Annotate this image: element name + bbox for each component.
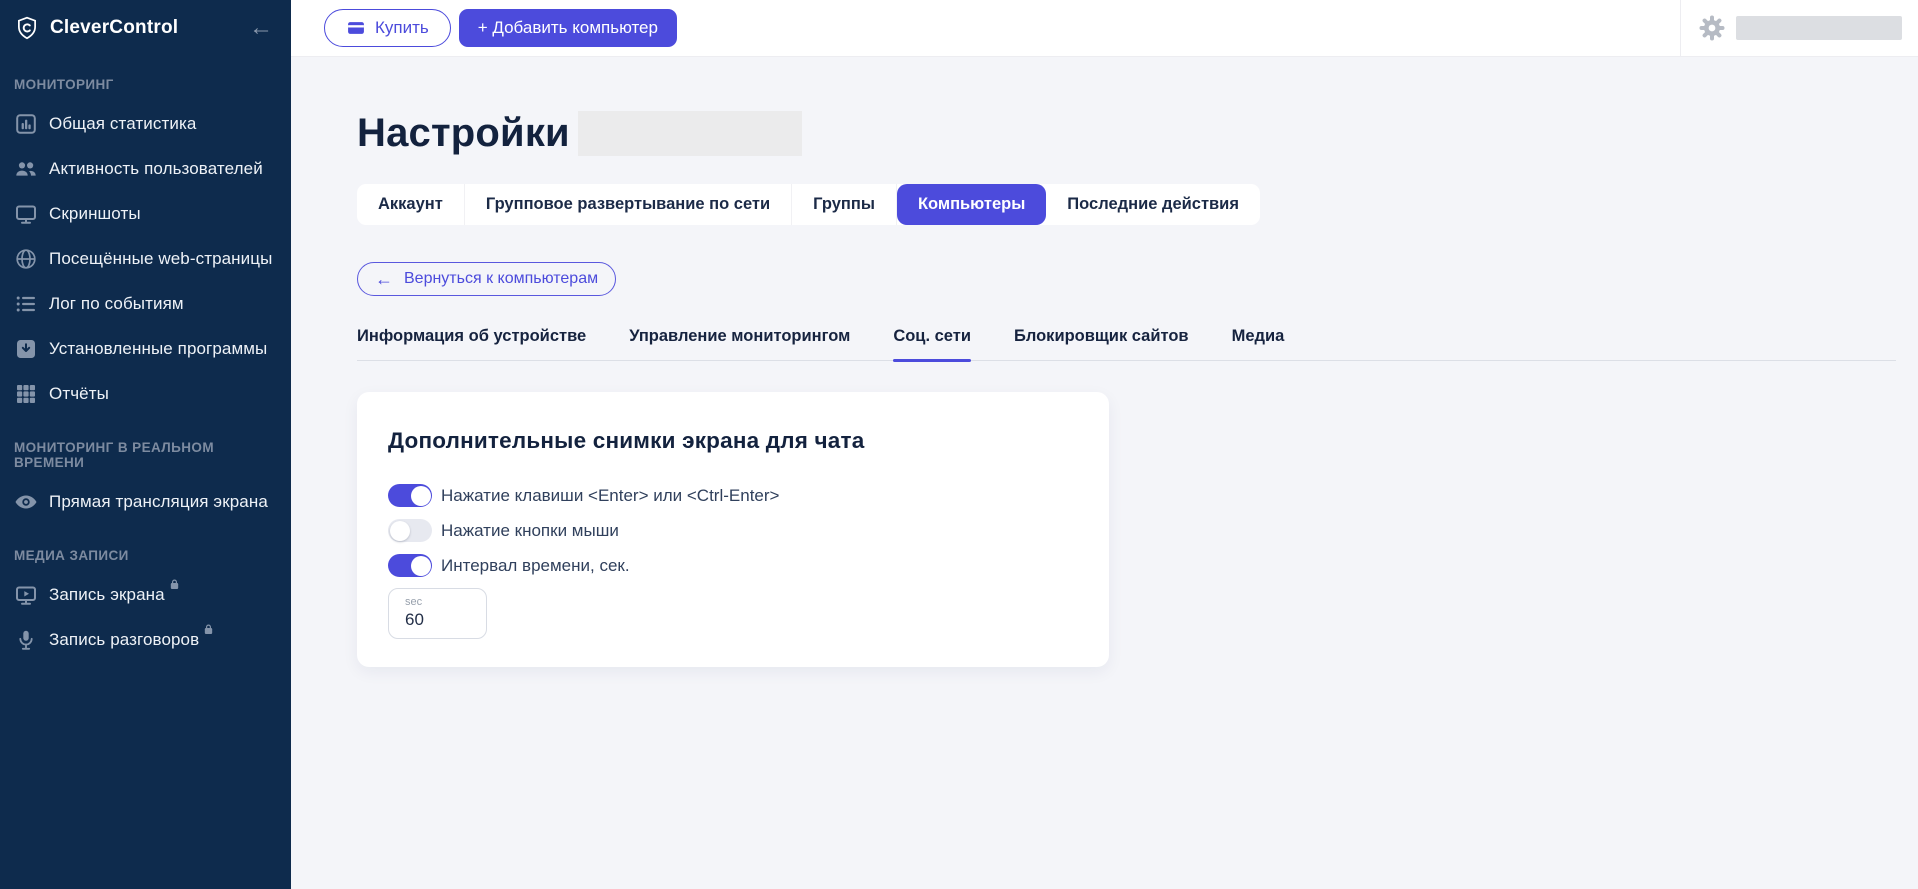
sidebar-item-event-log[interactable]: Лог по событиям [0,281,291,326]
tab-account[interactable]: Аккаунт [357,184,465,225]
sidebar-item-label: Посещённые web-страницы [49,248,273,268]
sidebar-item-installed-programs[interactable]: Установленные программы [0,326,291,371]
credit-card-icon [348,22,364,34]
toggle-knob [410,555,431,576]
bar-chart-icon [16,113,36,134]
interval-input-label: sec [405,596,423,608]
toggle-label: Нажатие клавиши <Enter> или <Ctrl-Enter> [441,485,780,505]
installed-apps-icon [17,339,35,358]
tab-group-deployment[interactable]: Групповое развертывание по сети [465,184,793,225]
toggle-row-time-interval: Интервал времени, сек. [388,554,1078,577]
sidebar-item-label: Активность пользователей [49,158,263,178]
shield-c-logo-icon [14,15,40,41]
add-computer-button[interactable]: + Добавить компьютер [458,9,677,47]
sidebar-item-user-activity[interactable]: Активность пользователей [0,146,291,191]
redacted-account-name[interactable] [1736,16,1902,40]
sidebar-item-screen-recording[interactable]: Запись экрана [0,572,291,617]
sidebar-item-label: Лог по событиям [49,293,184,313]
interval-seconds-input[interactable]: sec 60 [388,588,487,639]
topbar-account-area [1680,0,1918,56]
app-title: CleverControl [50,17,179,38]
tab-groups[interactable]: Группы [792,184,897,225]
card-title: Дополнительные снимки экрана для чата [388,428,865,453]
lock-icon [168,576,181,596]
sidebar-item-label: Прямая трансляция экрана [49,491,268,511]
settings-tabbar: Аккаунт Групповое развертывание по сети … [357,184,1260,225]
device-subtabs: Информация об устройстве Управление мони… [357,327,1896,362]
sidebar-item-label: Отчёты [49,383,109,403]
sidebar-section-monitoring: МОНИТОРИНГ [14,77,114,92]
sidebar-item-label: Запись разговоров [49,624,215,650]
sidebar: CleverControl ← МОНИТОРИНГ Общая статист… [0,0,291,889]
users-icon [16,161,36,176]
grid-icon [17,384,35,403]
buy-button-label: Купить [375,18,429,37]
sidebar-item-label: Установленные программы [49,338,268,358]
sidebar-item-visited-pages[interactable]: Посещённые web-страницы [0,236,291,281]
back-button-label: Вернуться к компьютерам [404,270,599,287]
collapse-sidebar-icon[interactable]: ← [243,16,279,40]
toggle-enter-key[interactable] [388,484,432,507]
sidebar-item-label: Запись экрана [49,579,181,605]
page-title: Настройки [357,111,570,155]
screen-record-icon [16,586,36,605]
interval-input-value: 60 [405,610,424,629]
back-to-computers-button[interactable]: ← Вернуться к компьютерам [357,262,617,296]
sidebar-section-media: МЕДИА ЗАПИСИ [14,548,129,563]
subtab-monitoring-management[interactable]: Управление мониторингом [629,327,850,360]
sidebar-item-label: Общая статистика [49,113,197,133]
toggle-row-enter-key: Нажатие клавиши <Enter> или <Ctrl-Enter> [388,484,1078,507]
chat-screenshots-card: Дополнительные снимки экрана для чата На… [357,392,1109,667]
subtab-site-blocker[interactable]: Блокировщик сайтов [1014,327,1189,360]
toggle-row-mouse-click: Нажатие кнопки мыши [388,519,1078,542]
microphone-icon [19,630,33,650]
toggle-knob [410,485,431,506]
subtab-social-networks[interactable]: Соц. сети [893,327,971,362]
lock-icon [202,621,215,641]
gear-icon[interactable] [1697,13,1727,43]
toggle-label: Интервал времени, сек. [441,555,630,575]
back-arrow-icon: ← [375,269,393,289]
toggle-time-interval[interactable] [388,554,432,577]
globe-icon [16,248,36,269]
monitor-icon [16,205,36,224]
subtab-device-info[interactable]: Информация об устройстве [357,327,586,360]
toggle-knob [389,520,410,541]
sidebar-item-label: Скриншоты [49,203,141,223]
sidebar-section-realtime: МОНИТОРИНГ В РЕАЛЬНОМ ВРЕМЕНИ [14,440,214,470]
redacted-computer-name [577,110,802,156]
sidebar-item-call-recording[interactable]: Запись разговоров [0,617,291,662]
toggle-label: Нажатие кнопки мыши [441,520,619,540]
sidebar-item-screenshots[interactable]: Скриншоты [0,191,291,236]
toggle-mouse-click[interactable] [388,519,432,542]
logo-row: CleverControl ← [0,10,291,46]
buy-button[interactable]: Купить [324,9,451,47]
page-title-row: Настройки [357,109,1918,157]
sidebar-item-general-stats[interactable]: Общая статистика [0,101,291,146]
top-bar: Купить + Добавить компьютер [291,0,1918,57]
sidebar-item-live-screen[interactable]: Прямая трансляция экрана [0,479,291,524]
event-list-icon [16,296,35,311]
content: Настройки Аккаунт Групповое развертывани… [291,57,1918,667]
tab-computers[interactable]: Компьютеры [896,184,1047,225]
main-area: Купить + Добавить компьютер Настройки Ак… [291,0,1918,889]
subtab-media[interactable]: Медиа [1232,327,1285,360]
sidebar-item-reports[interactable]: Отчёты [0,371,291,416]
eye-icon [15,495,37,508]
tab-recent-actions[interactable]: Последние действия [1046,184,1260,225]
